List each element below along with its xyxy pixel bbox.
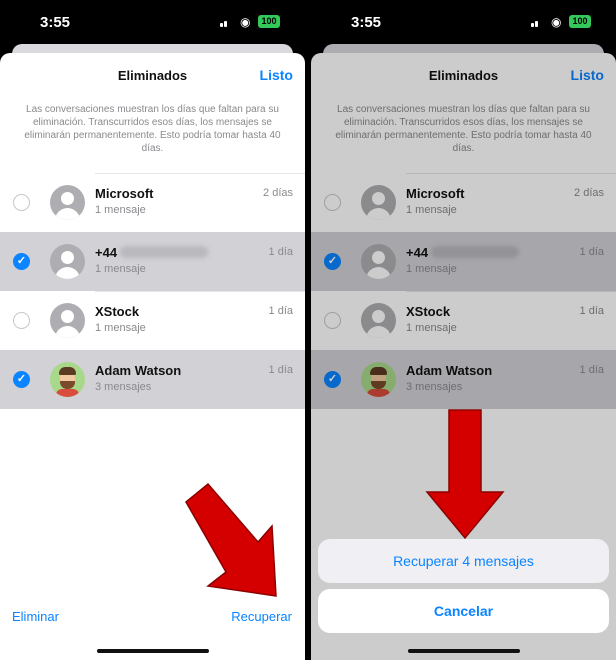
contact-name: Microsoft — [95, 186, 154, 201]
recover-button[interactable]: Recuperar — [231, 609, 292, 624]
arrow-down-icon — [425, 409, 505, 540]
list-item[interactable]: ✓ +44 1 mensaje 1 día — [0, 232, 305, 291]
message-count: 3 mensajes — [95, 381, 152, 393]
screen-left: 3:55 ◉ 100 Eliminados Listo Las conversa… — [0, 0, 305, 660]
avatar — [50, 244, 85, 279]
status-time: 3:55 — [40, 14, 71, 31]
wifi-icon: ◉ — [551, 15, 562, 29]
message-count: 1 mensaje — [95, 204, 146, 216]
checkmark-icon[interactable]: ✓ — [13, 253, 30, 270]
divider — [95, 173, 305, 174]
divider — [95, 232, 305, 233]
avatar — [50, 185, 85, 220]
home-indicator — [408, 649, 520, 653]
avatar — [50, 303, 85, 338]
status-bar: 3:55 ◉ 100 — [0, 0, 305, 70]
status-time: 3:55 — [351, 14, 382, 31]
recover-messages-button[interactable]: Recuperar 4 mensajes — [318, 539, 609, 583]
list-item[interactable]: Microsoft 1 mensaje 2 días — [0, 173, 305, 232]
delete-button[interactable]: Eliminar — [12, 609, 59, 624]
conversation-list: Microsoft 1 mensaje 2 días ✓ +44 1 mensa… — [0, 173, 305, 409]
cancel-button[interactable]: Cancelar — [318, 589, 609, 633]
screen-right: 3:55 ◉ 100 Eliminados Listo Las conversa… — [311, 0, 616, 660]
signal-icon — [531, 16, 547, 70]
phone-prefix: +44 — [95, 245, 118, 260]
message-count: 1 mensaje — [95, 263, 146, 275]
wifi-icon: ◉ — [240, 15, 251, 29]
contact-name: XStock — [95, 304, 140, 319]
signal-icon — [220, 16, 236, 70]
redacted-number — [120, 246, 209, 258]
arrow-shape — [185, 482, 277, 597]
days-left: 2 días — [263, 187, 293, 199]
radio-unchecked-icon[interactable] — [13, 194, 30, 211]
days-left: 1 día — [268, 305, 293, 317]
done-button[interactable]: Listo — [260, 67, 293, 83]
sheet-header: Eliminados Listo — [0, 53, 305, 99]
battery-icon: 100 — [258, 15, 280, 28]
checkmark-icon[interactable]: ✓ — [13, 371, 30, 388]
memoji-avatar — [50, 362, 85, 397]
list-item[interactable]: ✓ Adam Watson 3 mensajes 1 día — [0, 350, 305, 409]
contact-name: Adam Watson — [95, 363, 182, 378]
divider — [95, 291, 305, 292]
days-left: 1 día — [268, 364, 293, 376]
arrow-shape — [425, 409, 505, 540]
divider — [95, 350, 305, 351]
days-left: 1 día — [268, 246, 293, 258]
arrow-down-right-icon — [185, 482, 277, 597]
status-bar: 3:55 ◉ 100 — [311, 0, 616, 70]
contact-name: +44 — [95, 245, 209, 260]
home-indicator — [97, 649, 209, 653]
battery-icon: 100 — [569, 15, 591, 28]
message-count: 1 mensaje — [95, 322, 146, 334]
radio-unchecked-icon[interactable] — [13, 312, 30, 329]
list-item[interactable]: XStock 1 mensaje 1 día — [0, 291, 305, 350]
